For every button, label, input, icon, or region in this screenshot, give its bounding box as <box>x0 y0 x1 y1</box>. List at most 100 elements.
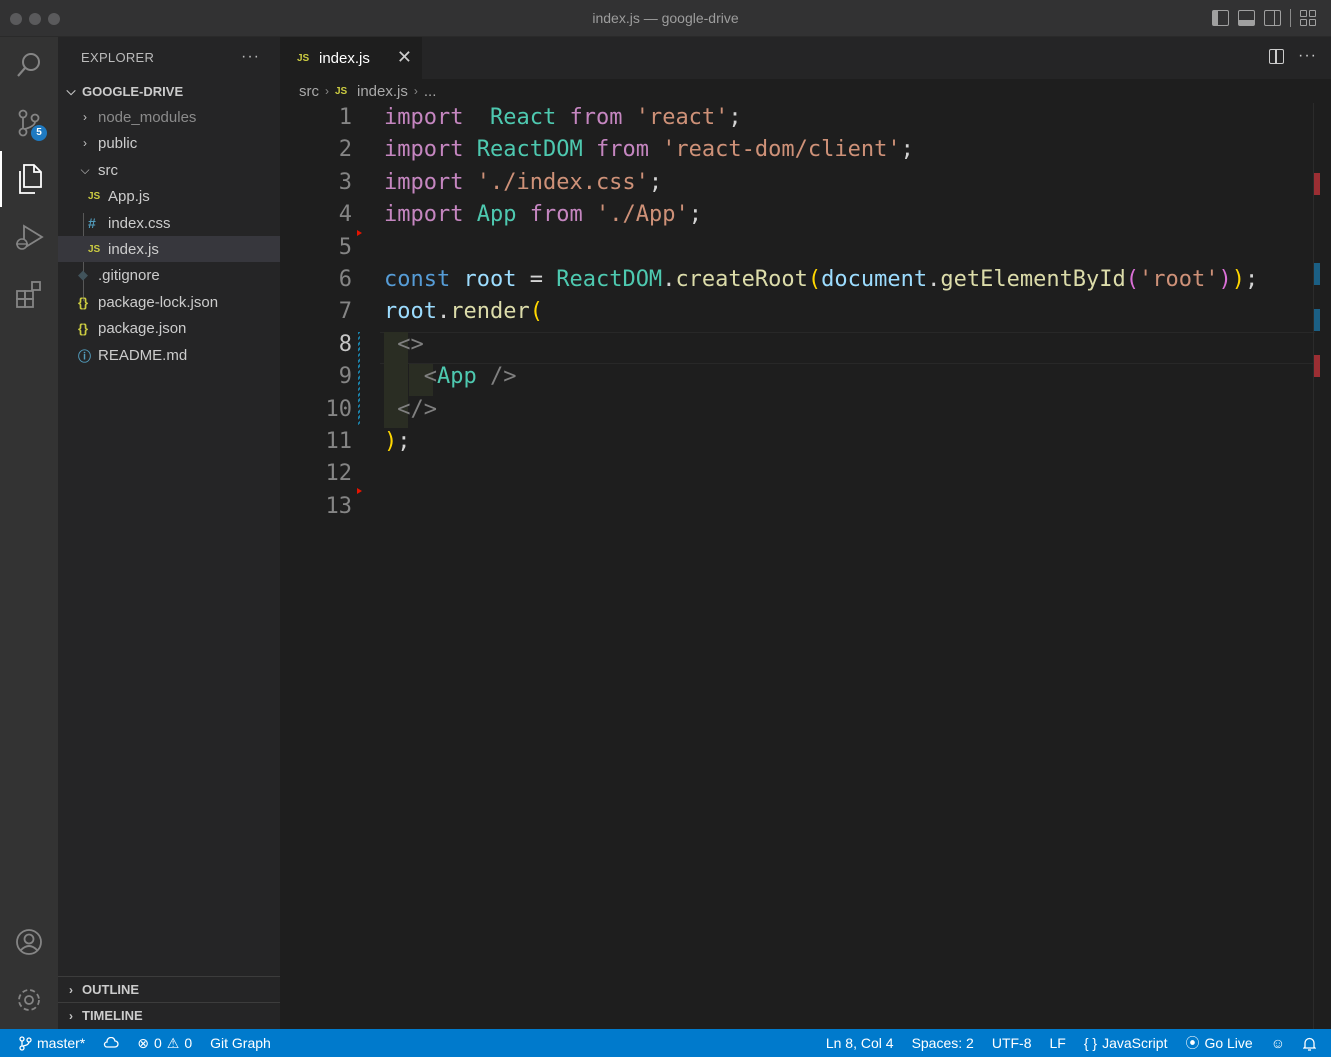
code-token: ; <box>1245 267 1259 292</box>
go-live-button[interactable]: ⦿ Go Live <box>1176 1033 1261 1053</box>
code-token: render <box>450 299 530 325</box>
tree-item-src[interactable]: ⌵ src <box>58 157 280 183</box>
modified-lines-marker[interactable] <box>358 332 360 426</box>
code-token: </> <box>397 396 437 422</box>
code-token: ) <box>1231 267 1246 292</box>
braces-icon: { } <box>1083 1035 1098 1051</box>
code-token: ) <box>384 429 398 454</box>
explorer-icon[interactable] <box>0 151 58 207</box>
activity-bar: 5 <box>0 37 58 1029</box>
code-line[interactable]: <App /> <box>384 364 517 389</box>
language-mode-selector[interactable]: { } JavaScript <box>1075 1035 1177 1051</box>
overview-ruler-deleted-mark <box>1314 355 1320 377</box>
tree-item-index-css[interactable]: # index.css <box>58 210 280 236</box>
tree-item-index-js[interactable]: JS index.js <box>58 236 280 262</box>
code-token: App <box>476 202 517 228</box>
customize-layout-icon[interactable] <box>1300 10 1317 26</box>
layout-controls <box>1212 9 1317 27</box>
code-line[interactable]: ); <box>384 429 411 454</box>
problems-indicator[interactable]: ⊗ 0 ⚠ 0 <box>128 1035 201 1052</box>
line-number: 9 <box>338 364 352 390</box>
deleted-line-marker[interactable] <box>357 230 362 236</box>
error-icon: ⊗ <box>137 1034 149 1051</box>
code-line[interactable]: import './index.css'; <box>384 170 662 195</box>
overview-ruler <box>1313 103 1314 1029</box>
search-icon[interactable] <box>0 37 58 93</box>
tree-item-public[interactable]: › public <box>58 130 280 156</box>
tree-item-package-lock-json[interactable]: {} package-lock.json <box>58 289 280 315</box>
code-token: const <box>384 267 451 292</box>
code-token: 'react-dom/client' <box>662 137 901 163</box>
code-token: ( <box>1125 267 1140 292</box>
code-line[interactable]: const root = ReactDOM.createRoot(documen… <box>384 267 1258 292</box>
breadcrumb-file[interactable]: index.js <box>357 83 408 100</box>
code-token: React <box>489 105 557 130</box>
outline-section[interactable]: › OUTLINE <box>58 976 280 1002</box>
toggle-secondary-sidebar-icon[interactable] <box>1264 10 1281 26</box>
breadcrumb-folder[interactable]: src <box>299 83 319 100</box>
encoding-selector[interactable]: UTF-8 <box>983 1035 1041 1051</box>
code-token: ; <box>688 202 702 228</box>
css-file-icon: # <box>88 215 96 231</box>
code-token: import <box>384 169 464 195</box>
code-token: /> <box>490 364 517 390</box>
code-token: . <box>927 267 941 292</box>
close-tab-icon[interactable]: ✕ <box>397 47 412 68</box>
code-line[interactable]: import App from './App'; <box>384 202 702 227</box>
code-line[interactable]: </> <box>384 397 437 422</box>
feedback-icon[interactable]: ☺ <box>1262 1035 1294 1051</box>
code-token: 'react' <box>635 105 729 130</box>
javascript-file-icon: JS <box>335 85 348 97</box>
tab-index-js[interactable]: JS index.js ✕ <box>280 37 422 79</box>
tree-item-readme-md[interactable]: ⓘ README.md <box>58 342 280 368</box>
notifications-bell-icon[interactable] <box>1294 1036 1325 1051</box>
status-bar: master* ⊗ 0 ⚠ 0 Git Graph Ln 8, Col 4 Sp… <box>0 1029 1331 1057</box>
tree-item-package-json[interactable]: {} package.json <box>58 315 280 341</box>
settings-gear-icon[interactable] <box>0 972 58 1028</box>
code-editor[interactable]: 1 import React from 'react'; 2 import React… <box>280 103 1331 1029</box>
toggle-panel-icon[interactable] <box>1238 10 1255 26</box>
split-editor-icon[interactable] <box>1269 48 1285 64</box>
code-line[interactable]: root.render( <box>384 299 543 324</box>
overview-ruler-modified-mark <box>1314 309 1320 331</box>
cursor-position[interactable]: Ln 8, Col 4 <box>817 1035 903 1051</box>
line-number: 1 <box>338 105 352 130</box>
tree-item-node-modules[interactable]: › node_modules <box>58 104 280 130</box>
code-token: ) <box>1218 267 1232 292</box>
code-token: from <box>569 105 623 130</box>
deleted-line-marker[interactable] <box>357 488 362 494</box>
tree-item-app-js[interactable]: JS App.js <box>58 183 280 209</box>
branch-indicator[interactable]: master* <box>10 1035 94 1051</box>
line-number: 7 <box>338 299 352 325</box>
divider <box>1290 9 1291 27</box>
sync-icon[interactable] <box>94 1037 128 1049</box>
run-debug-icon[interactable] <box>0 209 58 265</box>
code-token: ; <box>648 169 663 195</box>
code-line[interactable]: import ReactDOM from 'react-dom/client'; <box>384 137 914 162</box>
breadcrumb-symbol[interactable]: ... <box>424 83 437 100</box>
chevron-down-icon: ⌵ <box>66 83 76 98</box>
line-number: 12 <box>325 461 353 487</box>
code-line[interactable]: <> <box>384 332 424 357</box>
code-line[interactable]: import React from 'react'; <box>384 105 742 130</box>
line-number: 6 <box>338 267 352 292</box>
git-graph-button[interactable]: Git Graph <box>201 1035 280 1051</box>
extensions-icon[interactable] <box>0 266 58 322</box>
timeline-section[interactable]: › TIMELINE <box>58 1002 280 1028</box>
workspace-root-folder[interactable]: ⌵ GOOGLE-DRIVE <box>58 78 280 104</box>
explorer-more-actions-button[interactable]: ··· <box>241 48 260 66</box>
eol-selector[interactable]: LF <box>1041 1035 1075 1051</box>
line-number: 11 <box>325 429 353 454</box>
toggle-primary-sidebar-icon[interactable] <box>1212 10 1229 26</box>
accounts-icon[interactable] <box>0 914 58 970</box>
source-control-icon[interactable]: 5 <box>0 95 58 151</box>
code-token: getElementById <box>940 267 1126 292</box>
code-token: <> <box>397 331 424 357</box>
more-actions-icon[interactable]: ··· <box>1298 47 1317 65</box>
tree-item-gitignore[interactable]: ◆ .gitignore <box>58 262 280 288</box>
indentation-selector[interactable]: Spaces: 2 <box>903 1035 983 1051</box>
line-number: 4 <box>338 202 352 228</box>
